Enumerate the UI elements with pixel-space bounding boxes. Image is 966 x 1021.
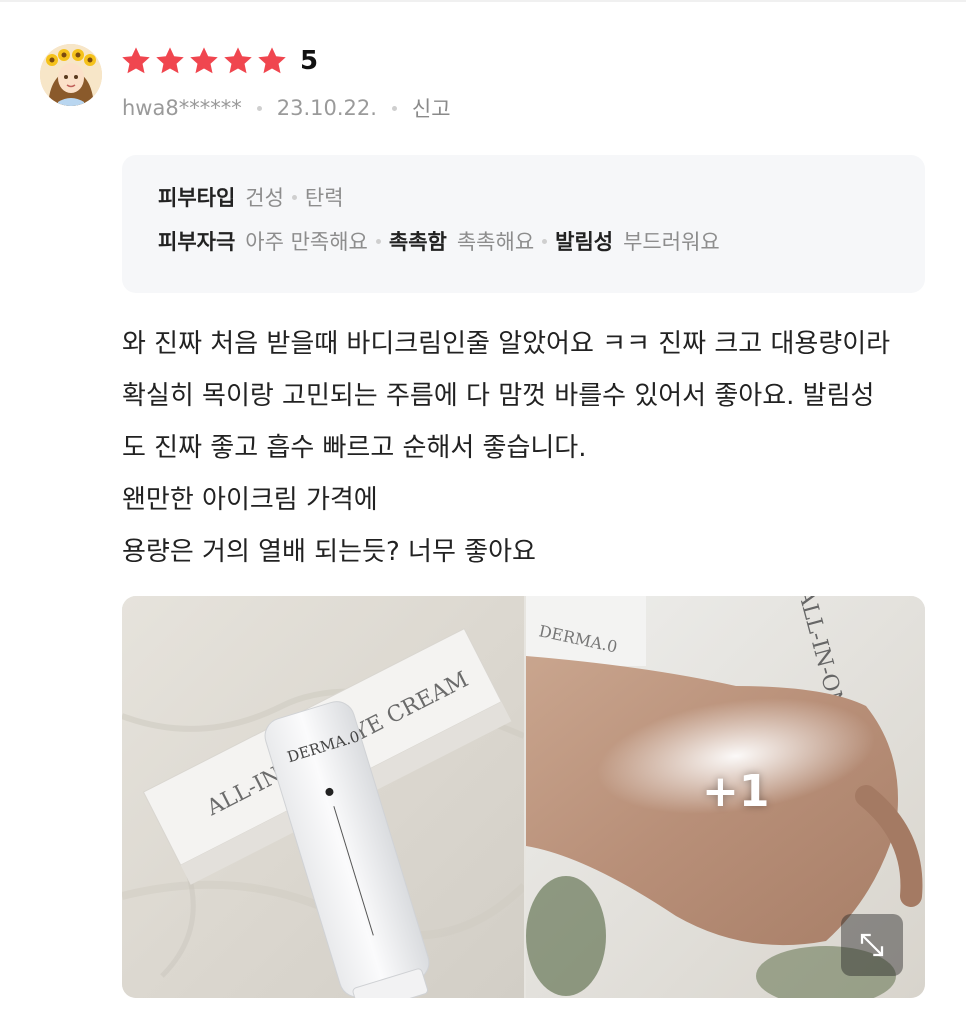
attribute-value: 부드러워요 [623,230,720,254]
expand-arrows-icon [860,933,884,957]
review-attributes-box: 피부타입 건성 탄력 피부자극 아주 만족해요 촉촉함 촉촉해요 발림성 부드러… [122,155,925,293]
report-link[interactable]: 신고 [412,93,451,123]
review-photos: ALL-IN-ONE EYE CREAM DERMA.0 DERMA.0 ALL… [122,596,925,998]
user-avatar[interactable] [40,44,102,106]
attribute-key: 발림성 [555,230,614,254]
separator-dot [375,238,381,244]
separator-dot [256,105,262,111]
separator-dot [291,194,297,200]
review-text-line: 와 진짜 처음 받을때 바디크림인줄 알았어요 ㅋㅋ 진짜 크고 대용량이라 [122,329,891,359]
review-text-line: 용량은 거의 열배 되는듯? 너무 좋아요 [122,537,536,567]
review-meta: hwa8****** 23.10.22. 신고 [122,92,451,124]
skin-type-value: 탄력 [304,186,344,210]
more-photos-count[interactable]: +1 [702,766,769,817]
sunflower-girl-avatar-icon [40,44,102,106]
review-date: 23.10.22. [276,96,377,120]
review-text: 와 진짜 처음 받을때 바디크림인줄 알았어요 ㅋㅋ 진짜 크고 대용량이라 확… [122,318,922,578]
attribute-value: 촉촉해요 [456,230,535,254]
attribute-key: 피부자극 [158,230,236,254]
star-icon [122,47,150,74]
expand-photo-button[interactable] [841,914,903,976]
star-icon [156,47,184,74]
top-divider [0,0,966,2]
reviewer-id: hwa8****** [122,96,242,120]
star-icon [258,47,286,74]
eye-cream-product-photo: ALL-IN-ONE EYE CREAM DERMA.0 [122,596,524,998]
star-icon [224,47,252,74]
review-text-line: 도 진짜 좋고 흡수 빠르고 순해서 좋습니다. [122,433,587,463]
star-icon [190,47,218,74]
rating-value: 5 [300,46,319,76]
star-rating: 5 [120,40,318,82]
evaluation-row: 피부자극 아주 만족해요 촉촉함 촉촉해요 발림성 부드러워요 [158,221,925,261]
separator-dot [542,238,548,244]
attribute-value: 아주 만족해요 [245,230,368,254]
review-photo-2[interactable]: DERMA.0 ALL-IN-ONE +1 [526,596,925,998]
skin-type-row: 피부타입 건성 탄력 [158,177,925,217]
separator-dot [391,105,397,111]
review-photo-1[interactable]: ALL-IN-ONE EYE CREAM DERMA.0 [122,596,524,998]
review-text-line: 확실히 목이랑 고민되는 주름에 다 맘껏 바를수 있어서 좋아요. 발림성 [122,381,875,411]
attribute-key: 촉촉함 [388,230,447,254]
review-text-line: 왠만한 아이크림 가격에 [122,485,378,515]
skin-type-value: 건성 [245,186,284,210]
skin-type-label: 피부타입 [158,186,236,210]
